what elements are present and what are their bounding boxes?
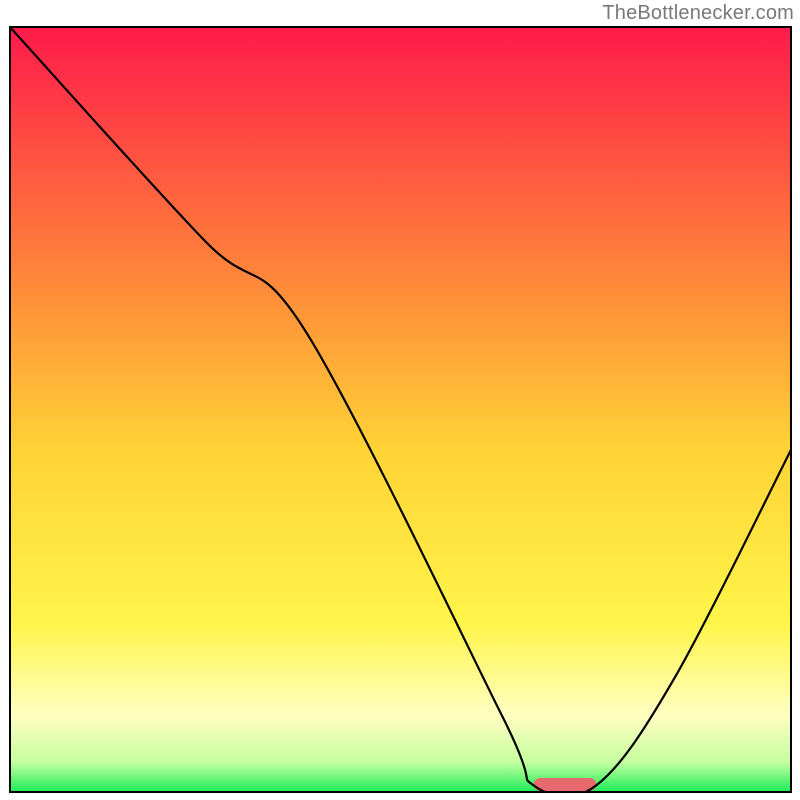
attribution-label: TheBottlenecker.com — [602, 2, 794, 25]
optimal-range-marker — [534, 778, 597, 791]
bottleneck-chart — [9, 26, 792, 793]
chart-svg — [9, 26, 792, 793]
